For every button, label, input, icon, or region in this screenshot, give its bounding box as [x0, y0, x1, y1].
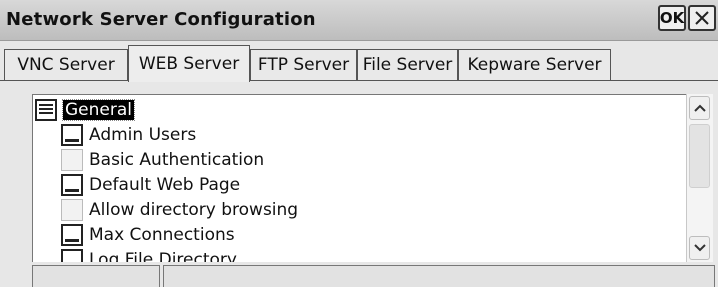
- tree-item-label: General: [62, 98, 135, 121]
- tree-item-label: Allow directory browsing: [89, 199, 299, 220]
- tree-item-label: Max Connections: [89, 224, 235, 245]
- tree-item-label: Basic Authentication: [89, 149, 265, 170]
- tree-item-log-file-directory[interactable]: Log File Directory: [61, 247, 237, 262]
- scroll-up-button[interactable]: [689, 96, 710, 120]
- tree-item-label: Admin Users: [89, 124, 197, 145]
- close-button[interactable]: [688, 5, 716, 31]
- scroll-down-button[interactable]: [689, 236, 710, 260]
- setting-value-field[interactable]: [163, 265, 715, 287]
- tab-file-server[interactable]: File Server: [357, 49, 458, 80]
- tree-item-label: Default Web Page: [89, 174, 241, 195]
- tab-label: VNC Server: [17, 55, 115, 75]
- tree-scrollbar[interactable]: [686, 94, 713, 262]
- list-icon: [35, 98, 57, 121]
- ok-button-label: OK: [659, 9, 685, 27]
- setting-name-field[interactable]: [32, 265, 160, 287]
- tree-item-admin-users[interactable]: Admin Users: [61, 122, 196, 147]
- blank-icon: [61, 148, 83, 171]
- ok-button[interactable]: OK: [658, 5, 686, 31]
- scroll-thumb[interactable]: [689, 124, 710, 188]
- settings-tree[interactable]: General Admin Users Basic Authentication…: [32, 94, 712, 262]
- tree-item-general[interactable]: General: [35, 97, 135, 122]
- chevron-down-icon: [693, 244, 706, 252]
- doc-icon: [61, 223, 83, 246]
- tree-item-basic-authentication[interactable]: Basic Authentication: [61, 147, 264, 172]
- tab-label: WEB Server: [138, 54, 240, 74]
- tab-vnc-server[interactable]: VNC Server: [4, 49, 128, 80]
- close-icon: [695, 11, 709, 25]
- doc-icon: [61, 248, 83, 262]
- blank-icon: [61, 198, 83, 221]
- tab-kepware-server[interactable]: Kepware Server: [458, 49, 611, 80]
- title-bar: Network Server Configuration OK: [0, 0, 718, 41]
- tree-item-max-connections[interactable]: Max Connections: [61, 222, 235, 247]
- tab-divider: [0, 80, 718, 81]
- tab-web-server[interactable]: WEB Server: [128, 45, 250, 82]
- tree-item-label: Log File Directory: [89, 249, 237, 263]
- window-title: Network Server Configuration: [6, 9, 316, 30]
- network-server-config-window: Network Server Configuration OK VNC Serv…: [0, 0, 718, 287]
- tab-label: File Server: [362, 55, 453, 75]
- doc-icon: [61, 123, 83, 146]
- tree-item-allow-directory-browsing[interactable]: Allow directory browsing: [61, 197, 298, 222]
- tree-item-default-web-page[interactable]: Default Web Page: [61, 172, 240, 197]
- doc-icon: [61, 173, 83, 196]
- tab-ftp-server[interactable]: FTP Server: [250, 49, 357, 80]
- chevron-up-icon: [693, 104, 706, 112]
- tab-label: Kepware Server: [467, 55, 602, 75]
- tab-strip: VNC Server WEB Server FTP Server File Se…: [0, 41, 718, 82]
- tab-label: FTP Server: [257, 55, 350, 75]
